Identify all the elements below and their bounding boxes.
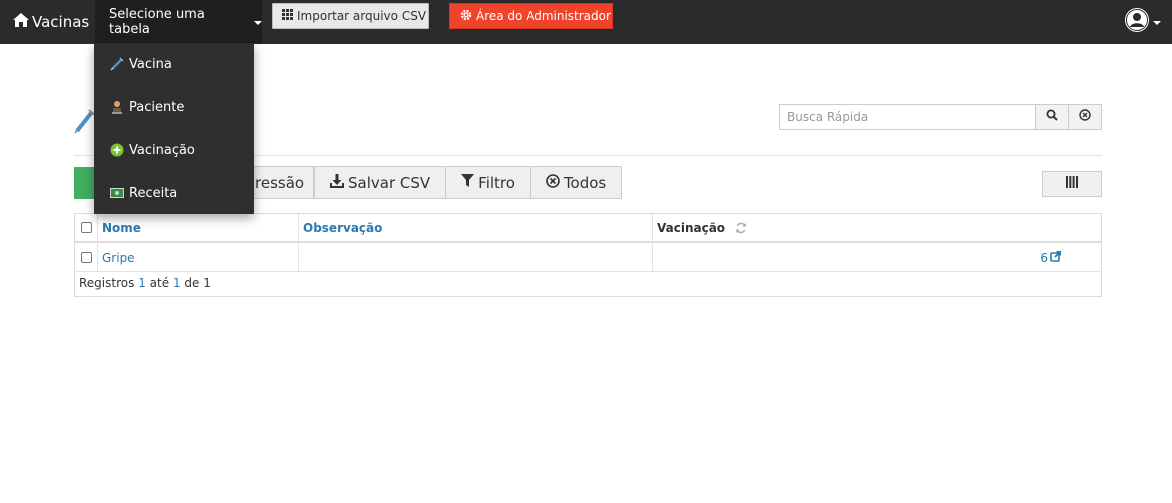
select-all-cell — [75, 214, 97, 241]
search-button[interactable] — [1036, 104, 1069, 130]
page-syringe-icon — [74, 108, 96, 138]
column-header-label: Observação — [303, 220, 383, 235]
money-icon — [110, 186, 124, 200]
import-csv-label: Importar arquivo CSV — [297, 9, 427, 23]
dropdown-item-vacinacao[interactable]: Vacinação — [94, 129, 254, 171]
show-all-button[interactable]: Todos — [530, 166, 623, 199]
dropdown-item-label: Receita — [129, 185, 178, 201]
pagination-sep1: até — [149, 276, 170, 290]
dropdown-item-label: Vacinação — [129, 142, 195, 158]
import-csv-button[interactable]: Importar arquivo CSV — [272, 3, 429, 29]
table-select-dropdown: Vacina Paciente Vacinação Receita — [94, 43, 254, 214]
filter-label: Filtro — [478, 173, 515, 192]
table-select-menu[interactable]: Selecione uma tabela — [95, 0, 262, 44]
pagination-total: 1 — [203, 276, 211, 290]
dropdown-item-label: Paciente — [129, 99, 185, 115]
filter-icon — [461, 173, 478, 192]
person-icon — [110, 100, 124, 114]
pagination-info: Registros 1 até 1 de 1 — [79, 276, 211, 290]
gear-icon — [460, 9, 476, 24]
dropdown-item-vacina[interactable]: Vacina — [94, 43, 254, 85]
brand-link[interactable]: Vacinas — [12, 0, 89, 44]
clear-search-button[interactable] — [1069, 104, 1102, 130]
column-header-observacao[interactable]: Observação — [298, 214, 652, 241]
column-header-label: Nome — [102, 220, 141, 235]
dropdown-item-receita[interactable]: Receita — [94, 172, 254, 214]
syringe-icon — [110, 57, 124, 71]
pagination-prefix: Registros — [79, 276, 135, 290]
cell-vacinacao: 6 — [652, 244, 1101, 271]
admin-area-label: Área do Administrador — [476, 9, 611, 23]
column-header-nome[interactable]: Nome — [97, 214, 298, 241]
show-all-label: Todos — [563, 173, 607, 192]
table-select-label: Selecione uma tabela — [109, 7, 205, 37]
save-csv-label: Salvar CSV — [348, 173, 431, 192]
top-navbar: Vacinas Selecione uma tabela Importar ar… — [0, 0, 1172, 44]
pagination-to: 1 — [172, 276, 181, 290]
download-icon — [330, 173, 348, 192]
external-link-icon — [1048, 250, 1062, 265]
pagination-sep2: de — [184, 276, 200, 290]
column-header-label: Vacinação — [657, 220, 726, 235]
table-toolbar: ressão Salvar CSV Filtro Todos — [253, 166, 623, 199]
user-menu[interactable] — [1124, 7, 1161, 37]
brand-text: Vacinas — [32, 13, 90, 31]
admin-area-button[interactable]: Área do Administrador — [449, 3, 613, 29]
columns-button[interactable] — [1042, 171, 1102, 197]
dropdown-item-paciente[interactable]: Paciente — [94, 86, 254, 128]
plus-circle-icon — [110, 143, 124, 157]
table-row: Gripe 6 — [75, 244, 1101, 272]
dropdown-item-label: Vacina — [129, 56, 172, 72]
column-header-vacinacao: Vacinação — [652, 214, 1101, 241]
close-circle-icon — [546, 173, 564, 192]
filter-button[interactable]: Filtro — [446, 166, 531, 199]
cell-observacao — [298, 244, 652, 271]
records-table: Nome Observação Vacinação Gripe 6 Regist… — [74, 213, 1102, 297]
cell-nome: Gripe — [97, 244, 298, 271]
refresh-icon[interactable] — [735, 222, 747, 234]
home-icon — [12, 12, 32, 32]
vacinacao-count-link[interactable]: 6 — [1040, 244, 1062, 271]
select-all-checkbox[interactable] — [80, 222, 92, 233]
pagination-from: 1 — [138, 276, 146, 290]
search-icon — [1046, 109, 1058, 125]
close-circle-icon — [1079, 109, 1091, 125]
print-label: ressão — [255, 173, 305, 192]
save-csv-button[interactable]: Salvar CSV — [314, 166, 447, 199]
print-button[interactable]: ressão — [253, 166, 314, 199]
grid-icon — [282, 9, 297, 23]
quick-search-input[interactable] — [779, 104, 1036, 130]
user-avatar-icon — [1124, 7, 1150, 37]
quick-search-group — [779, 104, 1102, 130]
row-checkbox[interactable] — [80, 252, 92, 263]
table-header-row: Nome Observação Vacinação — [75, 214, 1101, 243]
columns-icon — [1066, 176, 1078, 192]
record-name-link[interactable]: Gripe — [102, 251, 135, 265]
caret-down-icon — [254, 21, 262, 25]
row-select-cell — [75, 244, 97, 271]
vacinacao-count: 6 — [1040, 250, 1048, 265]
caret-down-icon — [1153, 21, 1161, 25]
